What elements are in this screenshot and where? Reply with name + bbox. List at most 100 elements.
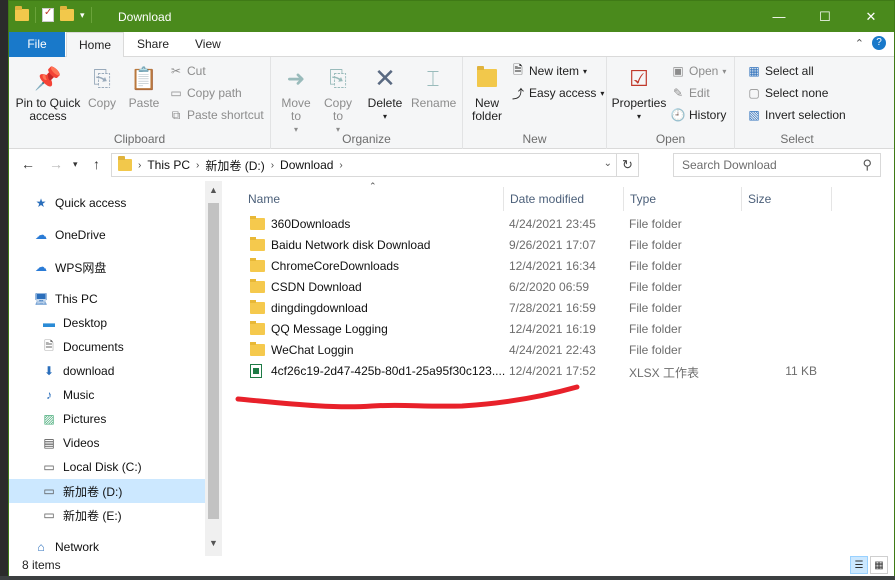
column-header-name[interactable]: Name	[242, 187, 504, 211]
breadcrumb-this-pc[interactable]: This PC	[147, 158, 190, 172]
file-type: File folder	[629, 343, 682, 357]
refresh-icon[interactable]: ↻	[616, 154, 638, 176]
file-row[interactable]: QQ Message Logging 12/4/2021 16:19 File fo…	[222, 319, 894, 340]
history-button[interactable]: 🕘 History	[671, 108, 727, 122]
up-arrow-icon[interactable]: ↑	[93, 156, 100, 172]
sidebar-item-onedrive[interactable]: ☁ OneDrive	[9, 223, 205, 247]
chevron-right-icon[interactable]: ›	[196, 160, 199, 171]
tab-file[interactable]: File	[9, 32, 65, 57]
pin-icon: 📌	[34, 65, 62, 91]
copy-to-button[interactable]: ⎘ Copy to ▾	[321, 61, 355, 136]
sidebar-item-quick-access[interactable]: ★ Quick access	[9, 191, 205, 215]
rename-button[interactable]: ⌶ Rename	[411, 61, 456, 110]
chevron-right-icon[interactable]: ›	[138, 160, 141, 171]
properties-icon[interactable]	[42, 7, 54, 22]
tab-share[interactable]: Share	[125, 32, 181, 57]
maximize-button[interactable]: ☐	[802, 1, 848, 32]
delete-button[interactable]: ✕ Delete ▾	[365, 61, 405, 123]
tab-view[interactable]: View	[183, 32, 233, 57]
properties-icon: ☑	[629, 65, 649, 91]
file-list: ⌃ Name Date modified Type Size 360Downlo…	[222, 181, 894, 556]
select-all-button[interactable]: ▦ Select all	[747, 64, 813, 78]
column-header-size[interactable]: Size	[742, 187, 832, 211]
edit-icon: ✎	[672, 86, 684, 100]
open-button[interactable]: ▣ Open ▾	[671, 64, 726, 78]
easy-access-button[interactable]: ⤴ Easy access ▾	[511, 86, 604, 101]
breadcrumb-download[interactable]: Download	[280, 158, 333, 172]
new-item-icon: 🗎	[513, 62, 523, 77]
file-row[interactable]: dingdingdownload 7/28/2021 16:59 File fold…	[222, 298, 894, 319]
scrollbar-thumb[interactable]	[208, 203, 219, 519]
file-row[interactable]: 4cf26c19-2d47-425b-80d1-25a95f30c123....…	[222, 361, 894, 382]
search-placeholder: Search Download	[682, 158, 777, 172]
sidebar-item-this-pc[interactable]: 🖥 This PC	[9, 287, 205, 311]
copy-path-button[interactable]: ▭ Copy path	[169, 86, 241, 100]
new-group-label: New	[522, 132, 547, 146]
tab-home[interactable]: Home	[66, 32, 125, 58]
close-button[interactable]: ✕	[848, 1, 894, 32]
select-none-button[interactable]: ▢ Select none	[747, 86, 828, 100]
pin-quick-access-button[interactable]: 📌 Pin to Quick access	[13, 61, 83, 123]
details-view-icon[interactable]: ☰	[850, 556, 868, 574]
sidebar-item-documents[interactable]: 🗎 Documents	[9, 335, 205, 359]
address-input[interactable]: › This PC › 新加卷 (D:) › Download › ⌄ ↻	[111, 153, 639, 177]
paste-shortcut-button[interactable]: ⧉ Paste shortcut	[169, 108, 264, 123]
sidebar-item-music[interactable]: ♪ Music	[9, 383, 205, 407]
file-date: 6/2/2020 06:59	[509, 280, 590, 294]
sidebar-item-download[interactable]: ⬇ download	[9, 359, 205, 383]
properties-button[interactable]: ☑ Properties ▾	[611, 61, 667, 123]
chevron-right-icon[interactable]: ›	[271, 160, 274, 171]
back-arrow-icon[interactable]: ←	[21, 156, 35, 172]
scissors-icon: ✂	[170, 64, 182, 78]
forward-arrow-icon[interactable]: →	[49, 156, 63, 172]
file-row[interactable]: 360Downloads 4/24/2021 23:45 File folder	[222, 214, 894, 235]
new-group: New folder 🗎 New item ▾ ⤴ Easy access ▾ …	[463, 57, 607, 149]
file-row[interactable]: Baidu Network disk Download 9/26/2021 17:…	[222, 235, 894, 256]
scroll-up-icon[interactable]: ▲	[209, 185, 218, 195]
address-dropdown-icon[interactable]: ⌄	[604, 158, 612, 169]
sidebar-item-drive-d[interactable]: ▭ 新加卷 (D:)	[9, 479, 205, 503]
sidebar-item-pictures[interactable]: ▨ Pictures	[9, 407, 205, 431]
download-icon: ⬇	[43, 364, 55, 378]
file-row[interactable]: WeChat Loggin 4/24/2021 22:43 File folder	[222, 340, 894, 361]
title-bar: ▾ Download — ☐ ✕	[9, 1, 894, 32]
column-header-type[interactable]: Type	[624, 187, 742, 211]
chevron-down-icon[interactable]: ▾	[80, 10, 85, 21]
help-icon[interactable]: ?	[872, 36, 886, 50]
edit-button[interactable]: ✎ Edit	[671, 86, 710, 100]
search-input[interactable]: Search Download ⚲	[673, 153, 881, 177]
navigation-scrollbar[interactable]: ▲ ▼	[205, 181, 222, 556]
breadcrumb-drive-d[interactable]: 新加卷 (D:)	[205, 157, 264, 174]
file-row[interactable]: CSDN Download 6/2/2020 06:59 File folder	[222, 277, 894, 298]
sidebar-item-desktop[interactable]: ▬ Desktop	[9, 311, 205, 335]
search-icon[interactable]: ⚲	[862, 157, 872, 173]
move-to-button[interactable]: ➜ Move to ▾	[279, 61, 313, 136]
sidebar-item-label: Local Disk (C:)	[63, 460, 142, 474]
column-header-date[interactable]: Date modified	[504, 187, 624, 211]
organize-group: ➜ Move to ▾ ⎘ Copy to ▾ ✕ Delete ▾ ⌶ Ren…	[271, 57, 463, 149]
new-folder-button[interactable]: New folder	[467, 61, 507, 123]
new-folder-icon[interactable]	[60, 6, 74, 21]
file-date: 4/24/2021 22:43	[509, 343, 596, 357]
new-item-button[interactable]: 🗎 New item ▾	[511, 62, 587, 79]
sidebar-item-network[interactable]: ⌂ Network	[9, 535, 205, 556]
file-row[interactable]: ChromeCoreDownloads 12/4/2021 16:34 File f…	[222, 256, 894, 277]
sidebar-item-drive-e[interactable]: ▭ 新加卷 (E:)	[9, 503, 205, 527]
chevron-right-icon[interactable]: ›	[339, 160, 342, 171]
sidebar-item-wps[interactable]: ☁ WPS网盘	[9, 255, 205, 279]
sidebar-item-videos[interactable]: ▤ Videos	[9, 431, 205, 455]
recent-locations-chevron-icon[interactable]: ▾	[73, 159, 78, 170]
collapse-ribbon-icon[interactable]: ⌃	[855, 37, 864, 50]
invert-selection-label: Invert selection	[765, 108, 846, 122]
copy-button[interactable]: ⎘ Copy	[85, 61, 119, 110]
cut-button[interactable]: ✂ Cut	[169, 64, 206, 78]
sidebar-item-label: 新加卷 (D:)	[63, 484, 123, 499]
drive-icon: ▭	[43, 508, 55, 522]
scroll-down-icon[interactable]: ▼	[209, 538, 218, 548]
sidebar-item-local-disk-c[interactable]: ▭ Local Disk (C:)	[9, 455, 205, 479]
paste-button[interactable]: 📋 Paste	[125, 61, 163, 110]
file-name: dingdingdownload	[271, 301, 368, 315]
minimize-button[interactable]: —	[756, 1, 802, 32]
invert-selection-button[interactable]: ▧ Invert selection	[747, 108, 846, 122]
large-icons-view-icon[interactable]: ▦	[870, 556, 888, 574]
